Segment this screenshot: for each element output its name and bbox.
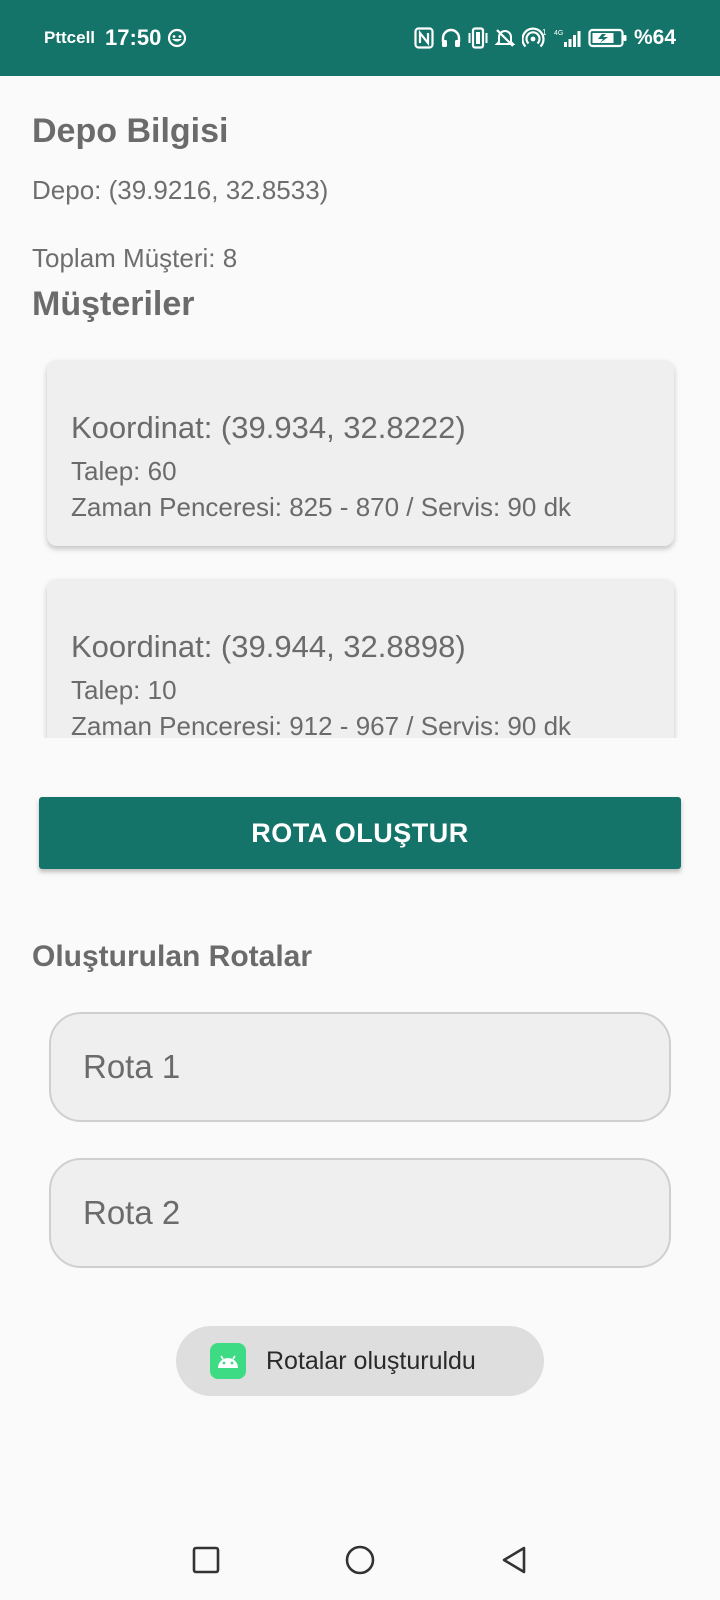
route-item[interactable]: Rota 1 xyxy=(49,1012,671,1122)
customer-card[interactable]: Koordinat: (39.934, 32.8222) Talep: 60 Z… xyxy=(47,360,674,546)
app-screen: Pttcell 17:50 1 4G %64 Depo Bilgisi Depo… xyxy=(0,0,720,1600)
svg-text:4G: 4G xyxy=(554,30,563,37)
total-customers: Toplam Müşteri: 8 xyxy=(32,243,238,273)
signal-icon: 4G xyxy=(554,26,582,50)
route-item[interactable]: Rota 2 xyxy=(49,1158,671,1268)
android-icon xyxy=(210,1343,246,1379)
customer-card[interactable]: Koordinat: (39.944, 32.8898) Talep: 10 Z… xyxy=(47,579,674,738)
customer-coordinate: Koordinat: (39.934, 32.8222) xyxy=(71,410,466,445)
status-bar: Pttcell 17:50 1 4G %64 xyxy=(0,0,720,76)
clock: 17:50 xyxy=(105,25,162,50)
depot-location: Depo: (39.9216, 32.8533) xyxy=(32,175,329,205)
customers-heading: Müşteriler xyxy=(32,285,195,323)
nfc-icon xyxy=(414,26,434,50)
toast-message: Rotalar oluşturuldu xyxy=(176,1326,544,1396)
svg-text:1: 1 xyxy=(542,28,547,37)
customer-time-window: Zaman Penceresi: 825 - 870 / Servis: 90 … xyxy=(71,492,572,522)
status-bar-right: 1 4G %64 xyxy=(414,26,676,50)
customer-time-window: Zaman Penceresi: 912 - 967 / Servis: 90 … xyxy=(71,711,572,738)
recents-icon[interactable] xyxy=(186,1540,226,1580)
battery-charging-icon xyxy=(588,26,628,50)
home-icon[interactable] xyxy=(340,1540,380,1580)
toast-text: Rotalar oluşturuldu xyxy=(266,1346,476,1375)
routes-heading: Oluşturulan Rotalar xyxy=(32,940,313,973)
hotspot-icon: 1 xyxy=(521,26,548,50)
vibrate-icon xyxy=(468,26,488,50)
headphones-icon xyxy=(440,26,462,50)
customer-demand: Talep: 60 xyxy=(71,456,177,486)
navigation-bar xyxy=(0,1522,720,1600)
customer-coordinate: Koordinat: (39.944, 32.8898) xyxy=(71,629,466,664)
back-icon[interactable] xyxy=(494,1540,534,1580)
status-bar-left: Pttcell 17:50 xyxy=(44,25,187,51)
mute-icon xyxy=(494,26,516,50)
create-route-button[interactable]: ROTA OLUŞTUR xyxy=(39,797,681,869)
route-label: Rota 1 xyxy=(83,1048,181,1085)
depot-heading: Depo Bilgisi xyxy=(32,112,229,150)
route-label: Rota 2 xyxy=(83,1194,181,1231)
customer-demand: Talep: 10 xyxy=(71,675,177,705)
customer-list[interactable]: Koordinat: (39.934, 32.8222) Talep: 60 Z… xyxy=(0,340,720,738)
battery-percentage: %64 xyxy=(633,26,676,49)
carrier-name: Pttcell xyxy=(44,28,96,47)
smiley-icon xyxy=(167,26,187,50)
